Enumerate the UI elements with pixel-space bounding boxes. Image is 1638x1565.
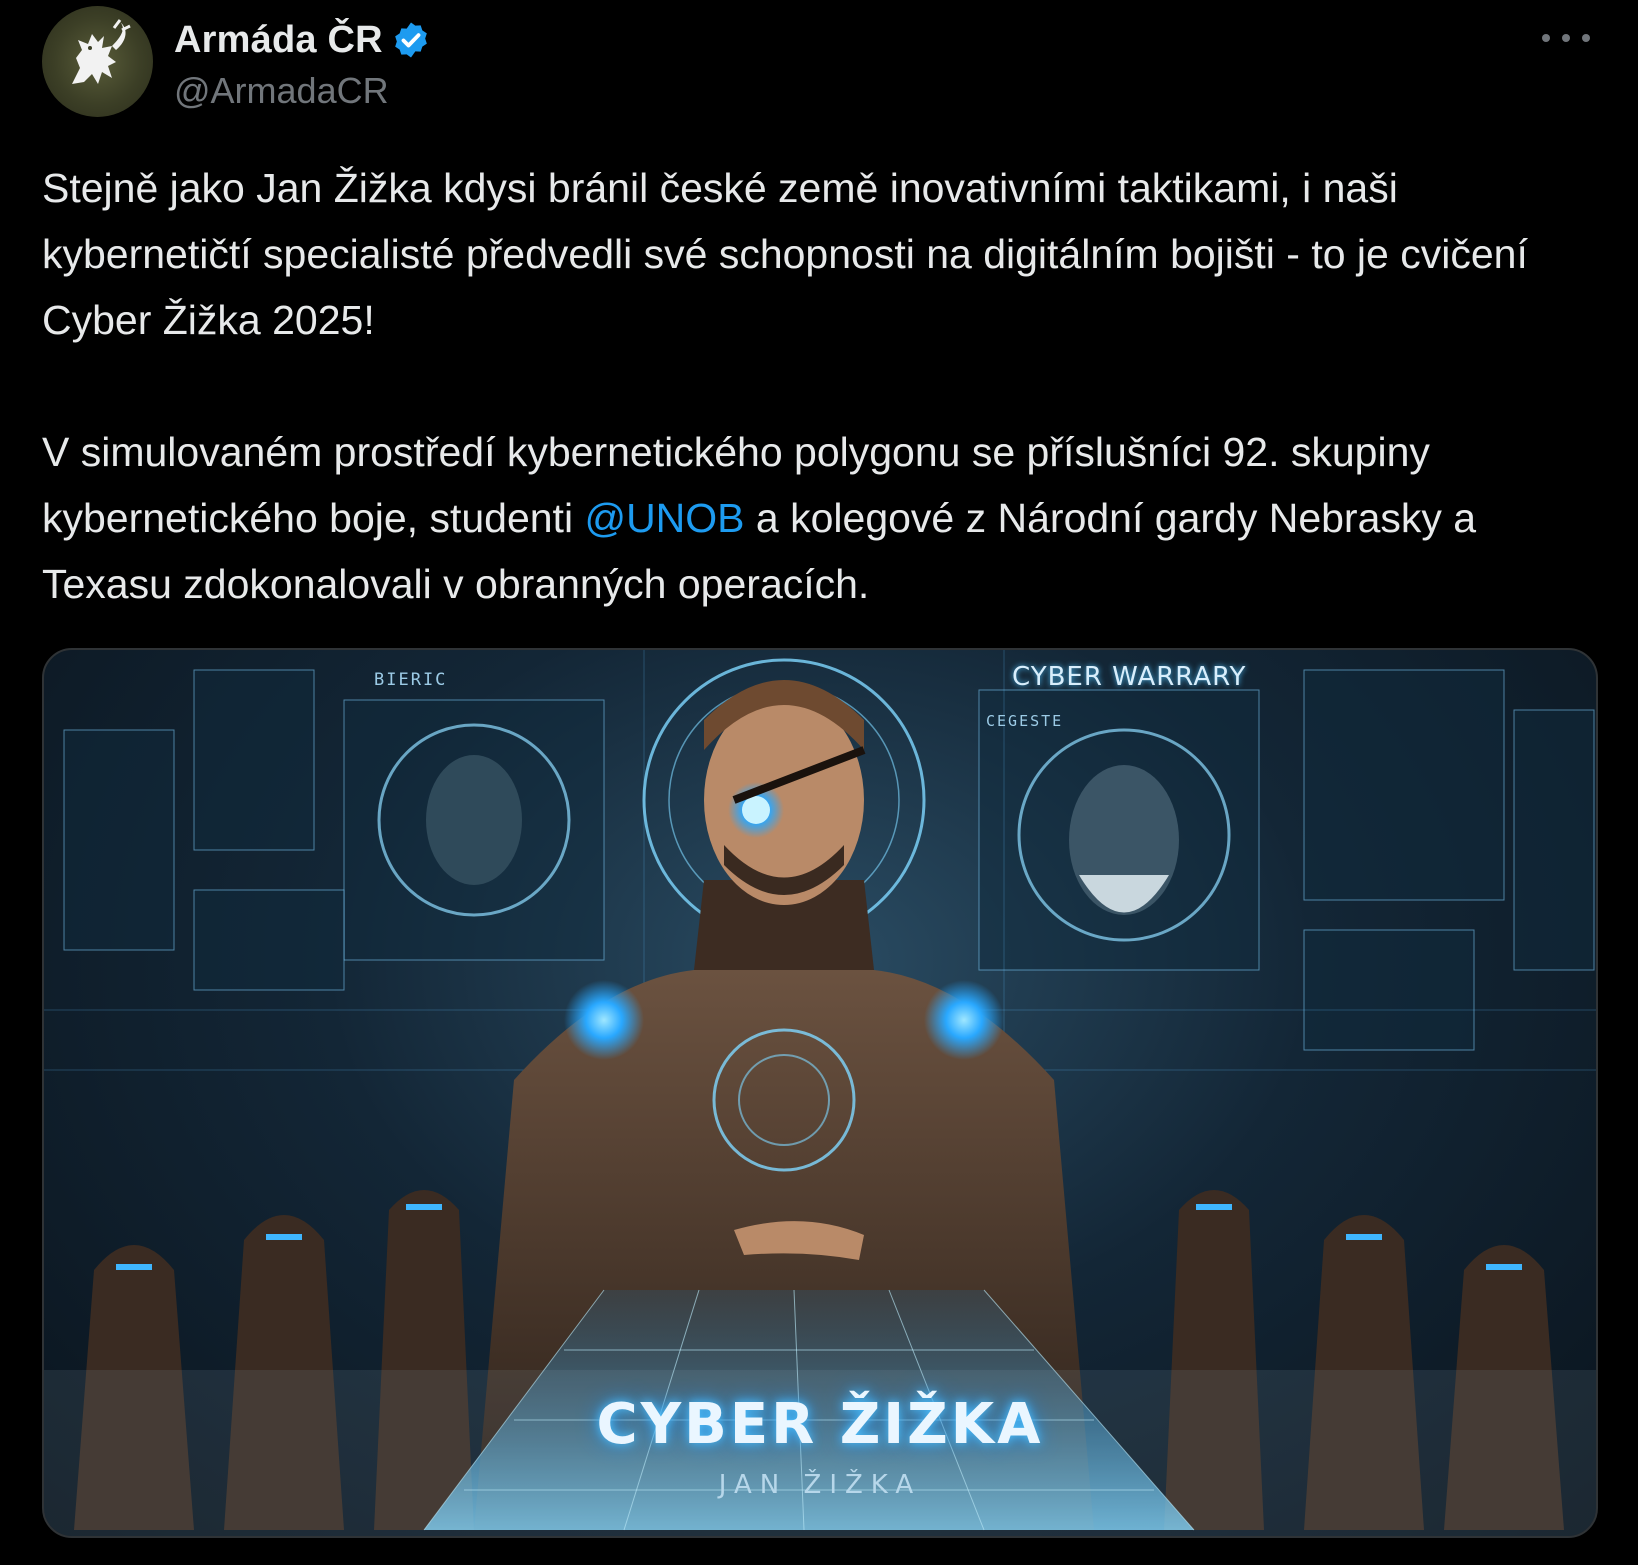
dot-icon — [1562, 34, 1570, 42]
image-panel-label-small: CEGESTE — [986, 712, 1064, 730]
verified-badge-icon — [394, 22, 427, 58]
czech-lion-emblem-icon — [72, 19, 131, 84]
more-dots-icon[interactable] — [1542, 26, 1590, 50]
mention-link[interactable]: @UNOB — [584, 495, 744, 541]
author-avatar[interactable] — [42, 6, 153, 117]
post-paragraph-1: Stejně jako Jan Žižka kdysi bránil české… — [42, 165, 1540, 343]
dot-icon — [1582, 34, 1590, 42]
image-title: CYBER ŽIŽKA — [596, 1392, 1044, 1457]
post-header: Armáda ČR @ArmadaCR — [42, 6, 1602, 117]
post-paragraph-2: V simulovaném prostředí kybernetického p… — [42, 419, 1602, 617]
dot-icon — [1542, 34, 1550, 42]
author-handle[interactable]: @ArmadaCR — [174, 70, 389, 112]
image-panel-label-left: BIERIC — [374, 670, 448, 690]
post-image[interactable]: BIERIC CYBER WARRARY CEGESTE CYBER ŽIŽKA… — [42, 648, 1598, 1538]
author-display-name[interactable]: Armáda ČR — [174, 19, 383, 62]
post-text: Stejně jako Jan Žižka kdysi bránil české… — [42, 155, 1602, 617]
image-subtitle: JAN ŽIŽKA — [718, 1470, 922, 1500]
author-name-row: Armáda ČR — [174, 14, 431, 66]
image-panel-label-right: CYBER WARRARY — [1012, 662, 1247, 692]
